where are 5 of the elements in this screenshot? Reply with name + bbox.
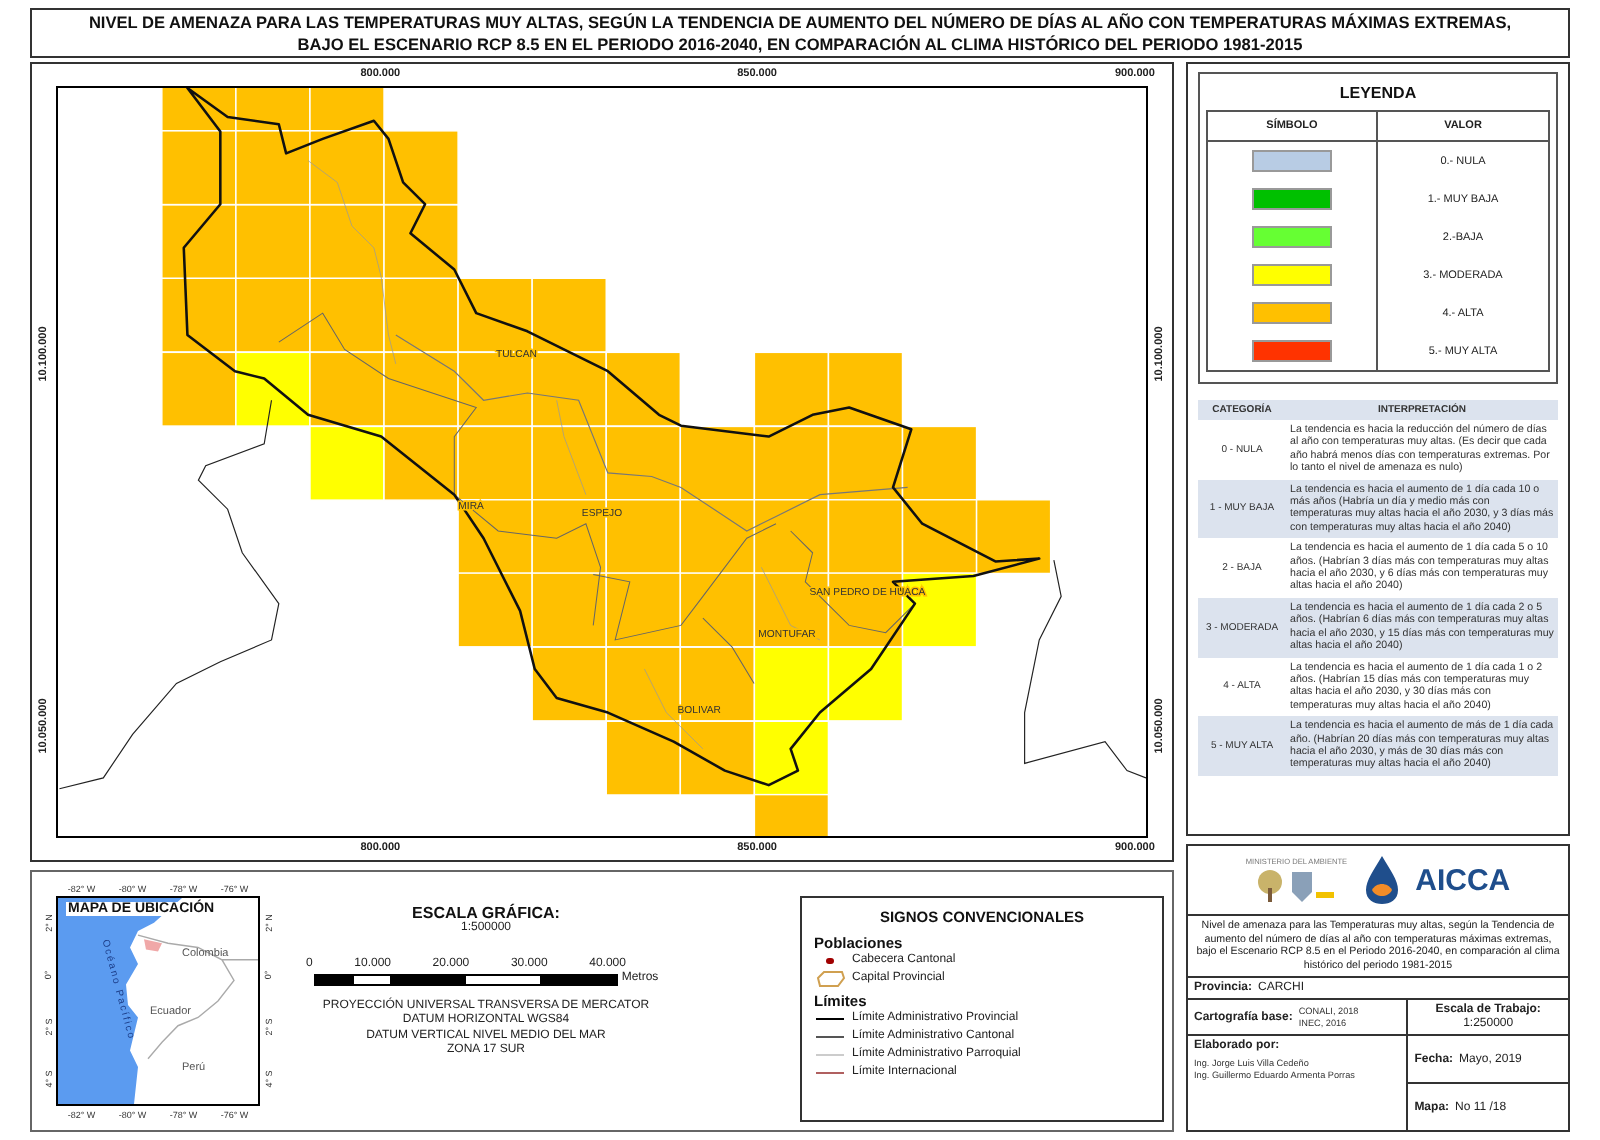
scale-title: ESCALA GRÁFICA: bbox=[412, 904, 560, 922]
brand-name: AICCA bbox=[1415, 863, 1511, 897]
legend-title: LEYENDA bbox=[1339, 84, 1417, 102]
map-title: BAJO EL ESCENARIO RCP 8.5 EN EL PERIODO 2016-2040, EN COMPARACIÓN AL CLIMA HISTÓRICO DEL PERIODO 1981-2015 bbox=[297, 33, 1303, 55]
map-title: NIVEL DE AMENAZA PARA LAS TEMPERATURAS MUY ALTAS, SEGÚN LA TENDENCIA DE AUMENTO DEL NÚMERO DE DÍAS AL AÑO CON TEMPERATURAS MÁXIMAS EXTREMAS, bbox=[88, 11, 1512, 33]
